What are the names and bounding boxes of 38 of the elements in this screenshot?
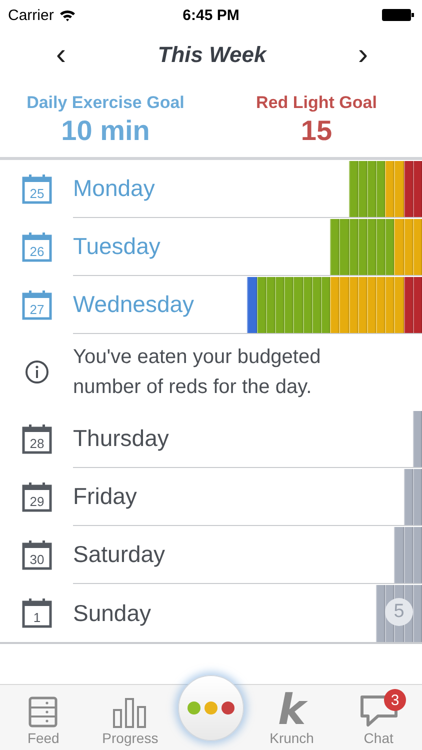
speech-bubble-icon [358,694,400,728]
calendar-icon: 27 [22,290,52,320]
calendar-icon: 30 [22,540,52,570]
logo-icon: k [278,692,306,728]
calendar-icon: 28 [22,424,52,454]
goal-value: 10 min [61,115,150,147]
tab-button[interactable]: Feed [0,685,87,750]
clock-time: 6:45 PM [182,6,240,24]
notification-badge: 3 [384,689,406,711]
bar-chart-icon [112,698,148,728]
tab-button[interactable]: k Krunch [248,685,336,750]
battery-icon [382,9,414,21]
goal-label: Red Light Goal [256,93,377,113]
tab-button[interactable]: Chat 3 [335,685,422,750]
calendar-icon: 1 [22,598,52,628]
goal-label: Daily Exercise Goal [26,93,184,113]
day-name[interactable]: Wednesday [73,291,194,318]
next-week-button[interactable]: › [354,40,372,70]
calendar-icon: 26 [22,232,52,262]
calendar-icon: 29 [22,482,52,512]
previous-week-button[interactable]: ‹ [52,40,70,70]
drawer-icon [28,696,58,728]
carrier-name: Carrier [8,6,54,24]
goal-value: 15 [300,115,332,147]
calendar-icon: 25 [22,174,52,204]
day-name[interactable]: Friday [73,483,137,510]
day-name[interactable]: Thursday [73,425,169,452]
week-title: This Week [158,42,266,68]
day-name[interactable]: Sunday [73,600,152,626]
day-name[interactable]: Saturday [73,541,166,568]
wifi-icon [58,8,76,22]
traffic-light-button[interactable] [178,675,244,741]
tab-button[interactable]: Progress [86,685,174,750]
day-name[interactable]: Monday [73,175,155,202]
day-name[interactable]: Tuesday [73,233,160,260]
traffic-lights-icon [186,701,235,715]
info-icon [24,360,48,384]
info-message: You've eaten your budgeted number of reds for the day. [73,345,322,400]
